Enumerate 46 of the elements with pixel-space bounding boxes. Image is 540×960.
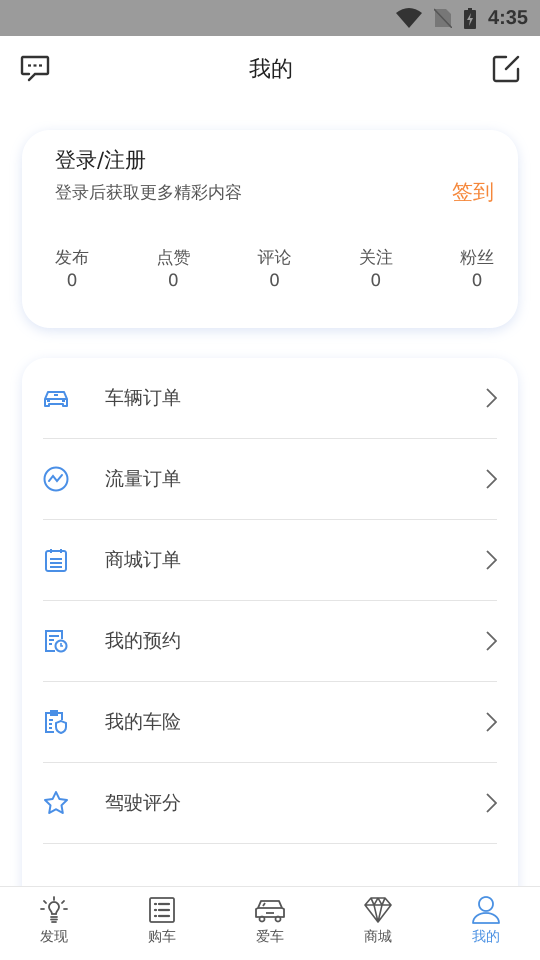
tab[interactable]: 商城 <box>324 887 432 960</box>
stat-label[interactable]: 粉丝 <box>460 246 494 269</box>
chevron-right-icon <box>486 631 497 651</box>
chevron-right-icon <box>486 469 497 489</box>
tab[interactable]: 购车 <box>108 887 216 960</box>
menu-item[interactable]: 流量订单 <box>43 439 497 520</box>
diamond-icon <box>363 896 393 924</box>
insurance-icon <box>44 710 68 734</box>
stat-value: 0 <box>269 271 280 291</box>
stat-label[interactable]: 关注 <box>358 246 393 269</box>
stat-label[interactable]: 点赞 <box>156 246 190 269</box>
menu-item[interactable]: 商城订单 <box>43 520 497 601</box>
login-link[interactable]: 登录/注册 <box>55 146 494 174</box>
clock: 4:35 <box>488 6 528 30</box>
stat-label[interactable]: 发布 <box>55 246 89 269</box>
tab[interactable]: 爱车 <box>216 887 324 960</box>
menu-item[interactable]: 车辆订单 <box>43 358 497 439</box>
person-icon <box>471 895 501 925</box>
battery-icon <box>464 8 476 28</box>
no-sim-icon <box>434 8 452 28</box>
stat-value: 0 <box>370 271 382 291</box>
wifi-icon <box>396 8 422 28</box>
menu-item[interactable]: 我的车险 <box>43 682 497 763</box>
menu-item[interactable]: 驾驶评分 <box>43 763 497 844</box>
stat-value: 0 <box>168 271 179 291</box>
lightbulb-icon <box>40 896 68 924</box>
page-title: 我的 <box>249 56 293 84</box>
car-icon <box>43 388 69 408</box>
chevron-right-icon <box>486 550 497 570</box>
stat-value: 0 <box>472 271 482 291</box>
edit-icon[interactable] <box>492 55 520 83</box>
chevron-right-icon <box>486 712 497 732</box>
chart-circle-icon <box>43 466 69 492</box>
tab[interactable]: 发现 <box>0 887 108 960</box>
schedule-icon <box>44 629 68 653</box>
list-icon <box>45 548 67 572</box>
list-icon <box>148 896 176 924</box>
chevron-right-icon <box>486 388 497 408</box>
stat-value: 0 <box>66 271 78 291</box>
login-hint: 登录后获取更多精彩内容 <box>55 182 242 204</box>
menu-item[interactable]: 我的预约 <box>43 601 497 682</box>
chevron-right-icon <box>486 793 497 813</box>
message-icon[interactable] <box>20 55 50 83</box>
stat-label[interactable]: 评论 <box>258 246 292 269</box>
star-icon <box>43 790 69 816</box>
car-icon <box>253 897 287 923</box>
